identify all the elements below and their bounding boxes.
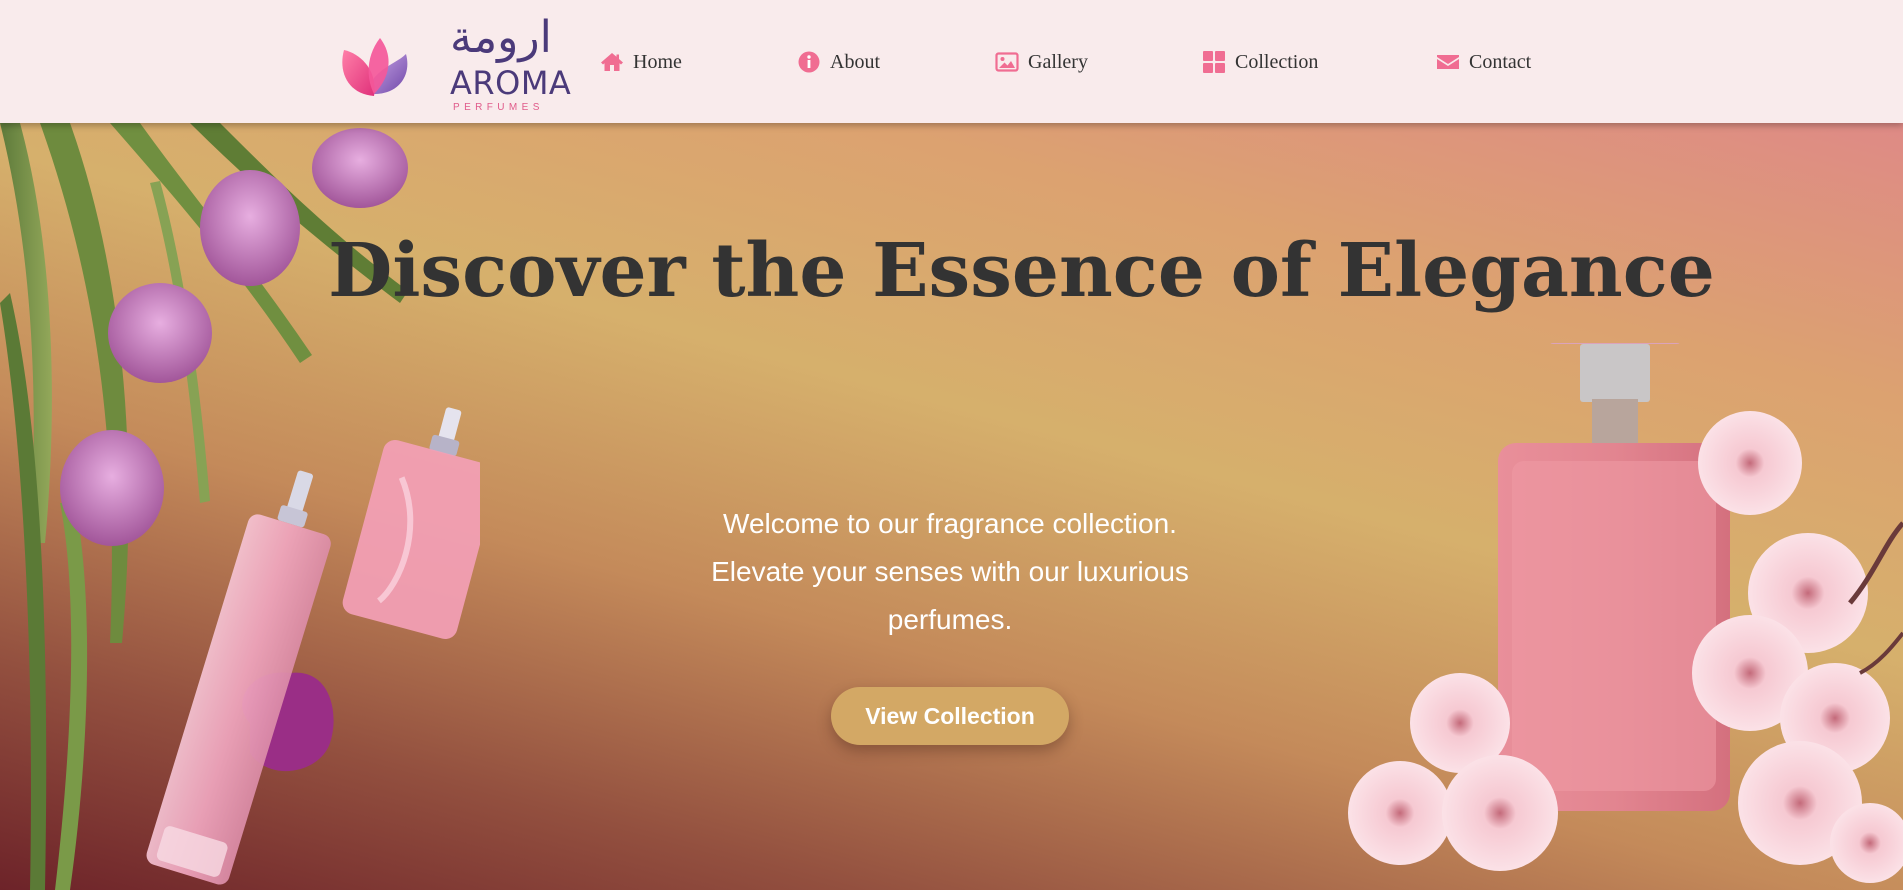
brand-logo[interactable]: ارومة AROMA PERFUMES (340, 14, 571, 114)
lotus-logo-icon (342, 38, 408, 96)
nav-collection-label: Collection (1235, 50, 1319, 73)
nav-gallery[interactable]: Gallery (995, 44, 1088, 80)
nav-collection[interactable]: Collection (1202, 44, 1318, 80)
grid-icon (1202, 50, 1226, 74)
nav-about[interactable]: About (797, 44, 880, 80)
info-icon (797, 50, 821, 74)
nav-home-label: Home (633, 50, 682, 73)
nav-contact-label: Contact (1469, 50, 1532, 73)
site-header: ارومة AROMA PERFUMES Home About Gallery (0, 0, 1903, 123)
hero-text: Welcome to our fragrance collection. Ele… (711, 508, 1189, 635)
nav-about-label: About (830, 50, 880, 73)
envelope-icon (1436, 50, 1460, 74)
nav-gallery-label: Gallery (1028, 50, 1088, 73)
home-icon (600, 50, 624, 74)
nav-home[interactable]: Home (600, 44, 682, 80)
image-icon (995, 50, 1019, 74)
view-collection-button[interactable]: View Collection (831, 687, 1069, 745)
brand-tagline: PERFUMES (453, 102, 544, 113)
hero-section: Discover the Essence of Elegance Welcome… (0, 123, 1903, 890)
hero-title: Discover the Essence of Elegance (328, 228, 1715, 314)
brand-arabic-name: ارومة (450, 12, 552, 63)
perfume-bottle-blossoms-image (1348, 343, 1903, 883)
brand-wordmark: ارومة AROMA PERFUMES (450, 12, 572, 114)
nav-contact[interactable]: Contact (1436, 44, 1531, 80)
brand-name: AROMA (450, 64, 572, 102)
